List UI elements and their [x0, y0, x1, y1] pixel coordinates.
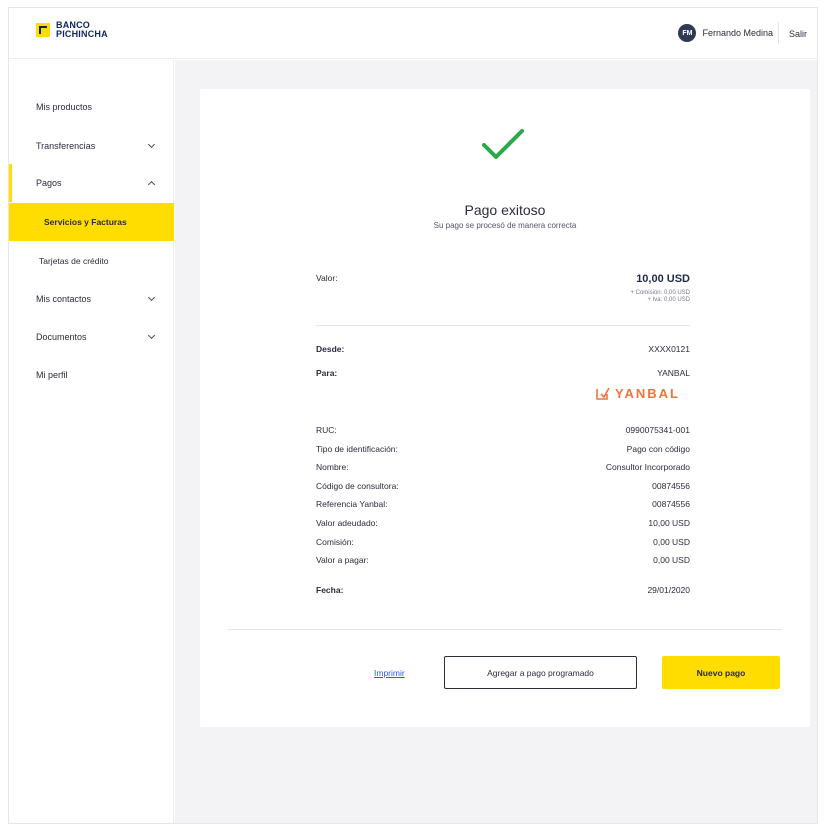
- sidebar-item-mis-contactos[interactable]: Mis contactos: [9, 280, 174, 318]
- valor-label: Valor:: [316, 273, 338, 283]
- page-subtitle: Su pago se procesó de manera correcta: [433, 221, 577, 230]
- detail-value: 0,00 USD: [653, 537, 690, 547]
- fecha-label: Fecha:: [316, 585, 344, 595]
- detail-label: Código de consultora:: [316, 481, 399, 491]
- detail-row: Nombre: Consultor Incorporado: [316, 462, 690, 472]
- sidebar-item-servicios-facturas[interactable]: Servicios y Facturas: [9, 203, 174, 241]
- sidebar-item-mi-perfil[interactable]: Mi perfil: [9, 356, 174, 394]
- yanbal-wordmark: YANBAL: [615, 386, 680, 401]
- avatar: FM: [678, 24, 697, 42]
- detail-label: Valor a pagar:: [316, 555, 369, 565]
- bank-logo-text: BANCO PICHINCHA: [56, 21, 108, 39]
- detail-row: Tipo de identificación: Pago con código: [316, 444, 690, 454]
- divider: [316, 325, 690, 326]
- detail-label: Nombre:: [316, 462, 349, 472]
- detail-label: Tipo de identificación:: [316, 444, 398, 454]
- detail-row: Valor adeudado: 10,00 USD: [316, 518, 690, 528]
- sidebar-item-mis-productos[interactable]: Mis productos: [9, 88, 174, 126]
- top-header: BANCO PICHINCHA FM Fernando Medina Salir: [9, 8, 817, 59]
- detail-value: 10,00 USD: [648, 518, 690, 528]
- sidebar-item-label: Mis productos: [36, 102, 93, 112]
- print-link[interactable]: Imprimir: [374, 668, 405, 678]
- detail-value: 0,00 USD: [653, 555, 690, 565]
- valor-row: Valor: 10,00 USD: [316, 273, 690, 285]
- sidebar: Mis productos Transferencias Pagos Servi…: [9, 60, 174, 823]
- yanbal-logo: YANBAL: [595, 386, 680, 401]
- app-window: BANCO PICHINCHA FM Fernando Medina Salir…: [8, 7, 818, 824]
- bank-logo[interactable]: BANCO PICHINCHA: [36, 21, 108, 39]
- detail-label: Valor adeudado:: [316, 518, 378, 528]
- page-title: Pago exitoso: [464, 202, 546, 218]
- sidebar-item-label: Pagos: [36, 178, 62, 188]
- sidebar-item-label: Transferencias: [36, 141, 96, 151]
- fecha-value: 29/01/2020: [647, 585, 690, 595]
- detail-value: 0990075341-001: [625, 425, 690, 435]
- detail-row: Comisión: 0,00 USD: [316, 537, 690, 547]
- header-divider: [778, 22, 779, 44]
- detail-row: Valor a pagar: 0,00 USD: [316, 555, 690, 565]
- chevron-down-icon: [147, 140, 156, 149]
- logo-line-2: PICHINCHA: [56, 29, 108, 39]
- detail-value: Consultor Incorporado: [605, 462, 690, 472]
- detail-label: RUC:: [316, 425, 337, 435]
- desde-value: XXXX0121: [648, 344, 690, 354]
- para-label: Para:: [316, 368, 338, 378]
- logout-link[interactable]: Salir: [789, 29, 807, 39]
- yanbal-mark-icon: [596, 387, 610, 400]
- bank-logo-icon: [36, 23, 50, 37]
- sidebar-item-tarjetas-credito[interactable]: Tarjetas de crédito: [9, 242, 174, 280]
- chevron-up-icon: [147, 180, 156, 189]
- iva-fine: + Iva: 0,00 USD: [647, 297, 690, 303]
- detail-row: Referencia Yanbal: 00874556: [316, 499, 690, 509]
- sidebar-item-label: Tarjetas de crédito: [39, 256, 109, 266]
- user-menu[interactable]: FM Fernando Medina: [678, 24, 773, 42]
- receipt-card: Pago exitoso Su pago se procesó de maner…: [200, 89, 810, 727]
- sidebar-item-label: Documentos: [36, 332, 87, 342]
- sidebar-item-label: Mi perfil: [36, 370, 68, 380]
- detail-value: 00874556: [652, 499, 690, 509]
- para-value: YANBAL: [657, 368, 690, 378]
- add-scheduled-payment-button[interactable]: Agregar a pago programado: [444, 656, 637, 689]
- divider: [228, 629, 782, 630]
- sidebar-item-documentos[interactable]: Documentos: [9, 318, 174, 356]
- detail-label: Comisión:: [316, 537, 354, 547]
- user-name: Fernando Medina: [702, 28, 773, 38]
- detail-value: Pago con código: [626, 444, 690, 454]
- valor-value: 10,00 USD: [636, 273, 690, 285]
- detail-row: Código de consultora: 00874556: [316, 481, 690, 491]
- success-check-icon: [482, 129, 524, 159]
- new-payment-button[interactable]: Nuevo pago: [662, 656, 780, 689]
- desde-label: Desde:: [316, 344, 345, 354]
- detail-label: Referencia Yanbal:: [316, 499, 388, 509]
- fecha-row: Fecha: 29/01/2020: [316, 585, 690, 595]
- sidebar-item-transferencias[interactable]: Transferencias: [9, 127, 174, 165]
- comision-fine: + Comisión: 0,00 USD: [630, 290, 690, 296]
- main-content: Pago exitoso Su pago se procesó de maner…: [175, 60, 817, 823]
- valor-breakdown: + Comisión: 0,00 USD + Iva: 0,00 USD: [630, 290, 690, 304]
- chevron-down-icon: [147, 293, 156, 302]
- desde-row: Desde: XXXX0121: [316, 344, 690, 354]
- sidebar-item-label: Servicios y Facturas: [44, 217, 127, 227]
- sidebar-item-label: Mis contactos: [36, 294, 92, 304]
- detail-row: RUC: 0990075341-001: [316, 425, 690, 435]
- sidebar-item-pagos[interactable]: Pagos: [9, 164, 174, 202]
- chevron-down-icon: [147, 331, 156, 340]
- para-row: Para: YANBAL: [316, 368, 690, 378]
- detail-value: 00874556: [652, 481, 690, 491]
